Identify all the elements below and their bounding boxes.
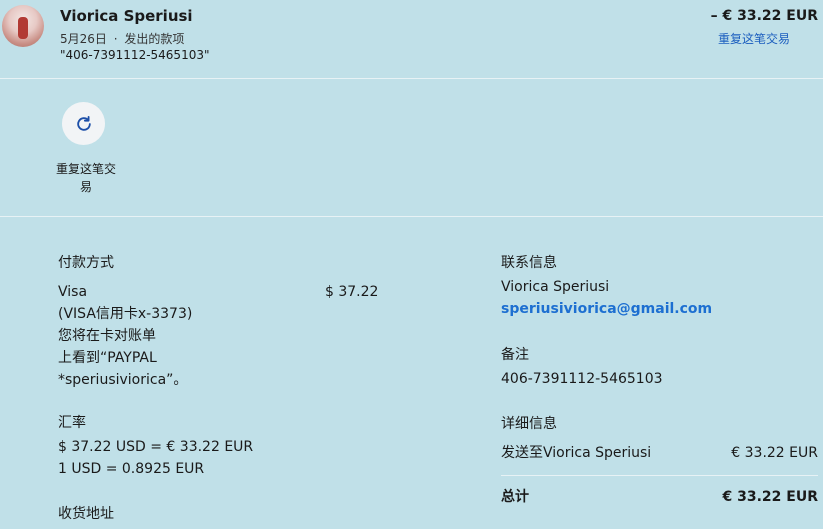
exchange-rate-heading: 汇率 <box>58 415 86 431</box>
statement-note-line3: *speriusiviorica”。 <box>58 372 188 388</box>
sent-to-label: 发送至Viorica Speriusi <box>501 445 652 461</box>
shipping-address-heading: 收货地址 <box>58 506 114 522</box>
recipient-name: Viorica Speriusi <box>60 7 193 25</box>
repeat-label-line2: 易 <box>79 180 92 194</box>
contact-email-link[interactable]: speriusiviorica@gmail.com <box>501 298 712 320</box>
transaction-header: Viorica Speriusi 5月26日 · 发出的款项 "406-7391… <box>0 0 823 78</box>
notes-heading: 备注 <box>501 347 529 363</box>
transaction-subtitle: 5月26日 · 发出的款项 <box>60 30 184 47</box>
repeat-label-line1: 重复这笔交 <box>55 162 116 176</box>
payment-method-details: Visa (VISA信用卡x-3373) 您将在卡对账单 上看到“PAYPAL … <box>58 281 318 391</box>
payment-card: (VISA信用卡x-3373) <box>58 306 193 322</box>
repeat-transaction-label: 重复这笔交 易 <box>50 160 122 196</box>
repeat-transaction-link[interactable]: 重复这笔交易 <box>718 30 790 47</box>
statement-note-line2: 上看到“PAYPAL <box>58 350 157 366</box>
separator-dot: · <box>113 32 118 46</box>
contact-name: Viorica Speriusi <box>501 279 610 295</box>
sent-to-amount: € 33.22 EUR <box>731 445 818 461</box>
exchange-rate-line1: $ 37.22 USD = € 33.22 EUR <box>58 439 254 455</box>
total-amount: € 33.22 EUR <box>722 489 818 505</box>
repeat-transaction-button[interactable] <box>62 102 105 145</box>
transaction-amount: – € 33.22 EUR <box>710 8 818 24</box>
contact-info-heading: 联系信息 <box>501 255 557 271</box>
avatar <box>2 5 44 47</box>
payment-amount: $ 37.22 <box>325 284 379 300</box>
transaction-reference: "406-7391112-5465103" <box>60 48 210 62</box>
divider <box>0 78 823 79</box>
transaction-type: 发出的款项 <box>124 32 185 46</box>
transaction-date: 5月26日 <box>60 32 107 46</box>
details-divider <box>501 475 818 476</box>
payment-method-name: Visa <box>58 284 88 300</box>
notes-value: 406-7391112-5465103 <box>501 371 663 387</box>
details-heading: 详细信息 <box>501 416 557 432</box>
refresh-icon <box>76 115 91 131</box>
total-label: 总计 <box>501 489 529 505</box>
statement-note-line1: 您将在卡对账单 <box>58 328 156 344</box>
divider <box>0 216 823 217</box>
payment-method-heading: 付款方式 <box>58 255 114 271</box>
exchange-rate-line2: 1 USD = 0.8925 EUR <box>58 461 205 477</box>
